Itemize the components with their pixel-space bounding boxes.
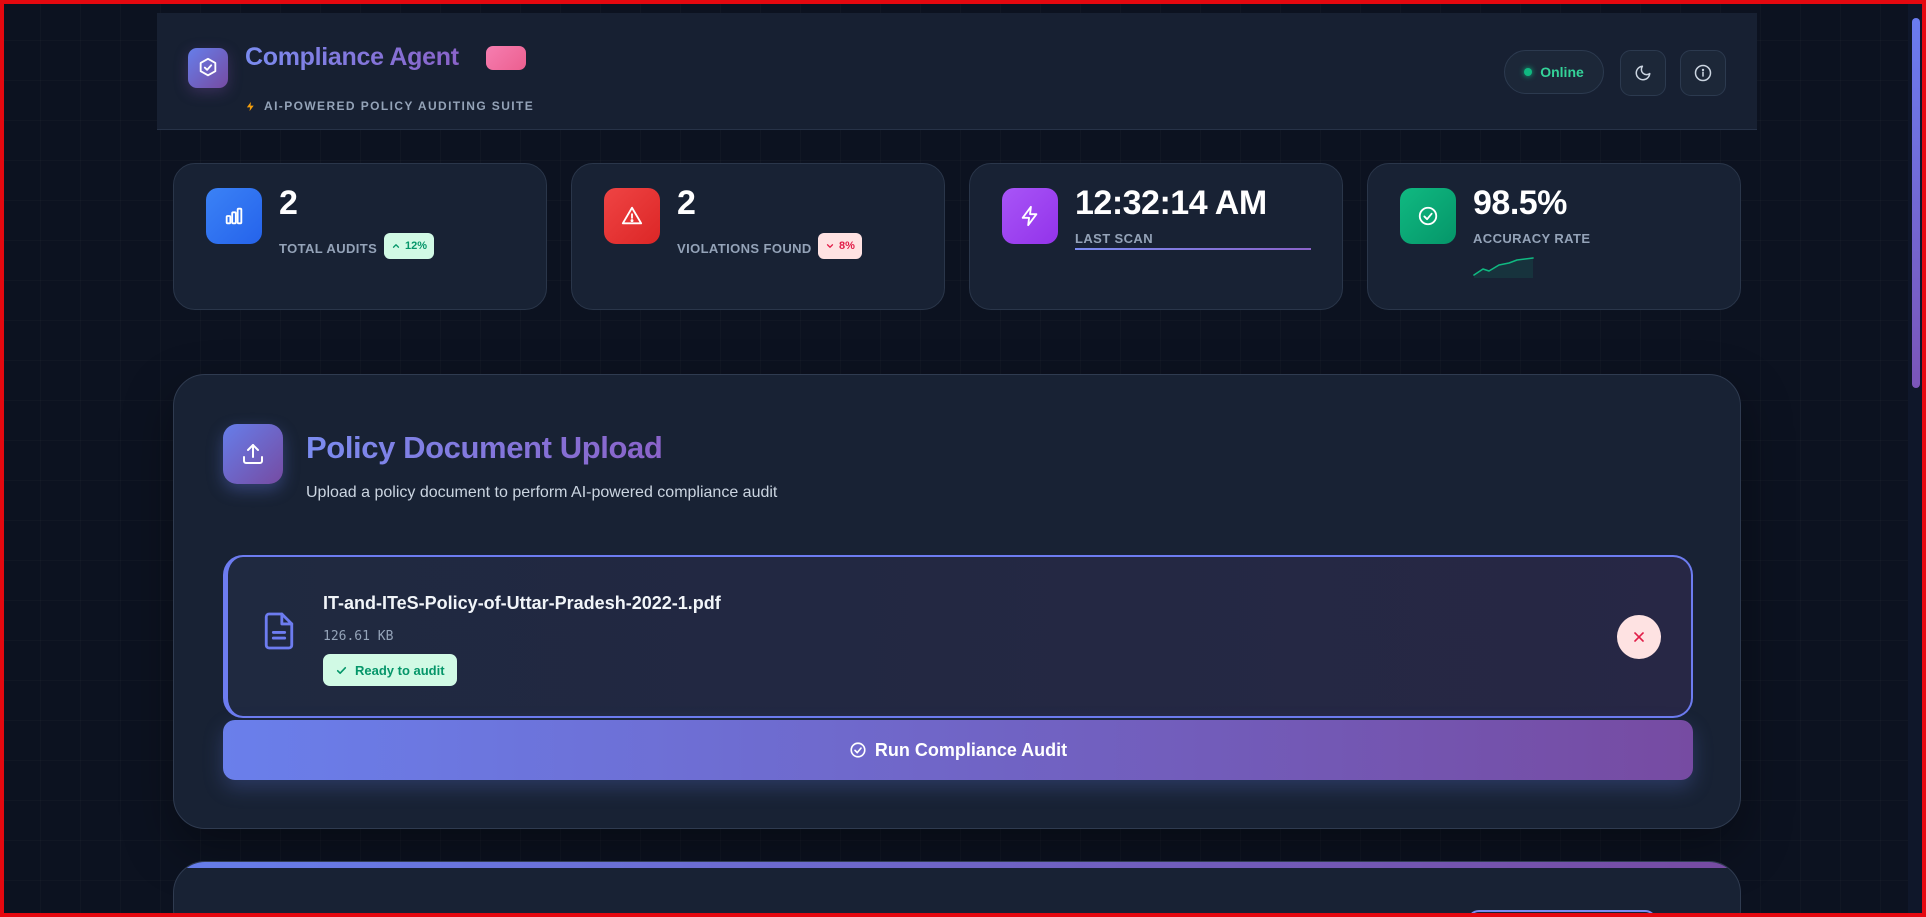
upload-title: Policy Document Upload [306, 430, 663, 465]
upload-description: Upload a policy document to perform AI-p… [306, 484, 778, 501]
stat-change-badge: 12% [384, 233, 435, 259]
title-badge [486, 46, 526, 70]
app-subtitle-row: AI-POWERED POLICY AUDITING SUITE [245, 99, 534, 113]
file-name: IT-and-ITeS-Policy-of-Uttar-Pradesh-2022… [323, 593, 721, 613]
stat-change-value: 8% [839, 240, 855, 252]
run-compliance-audit-button[interactable]: Run Compliance Audit [223, 720, 1693, 780]
shield-check-icon [188, 48, 228, 88]
stat-card-violations: 2 VIOLATIONS FOUND 8% [571, 163, 945, 310]
file-size: 126.61 KB [323, 629, 394, 644]
check-icon [336, 666, 347, 674]
chevron-up-icon [392, 244, 400, 248]
chevron-down-icon [826, 244, 834, 248]
close-icon [1634, 632, 1644, 642]
scrollbar-thumb[interactable] [1912, 18, 1920, 388]
app-subtitle: AI-POWERED POLICY AUDITING SUITE [264, 99, 535, 113]
lightning-icon [246, 101, 254, 111]
stat-card-accuracy: 98.5% ACCURACY RATE [1367, 163, 1741, 310]
online-status-label: Online [1540, 64, 1584, 80]
stat-card-last-scan: 12:32:14 AM LAST SCAN [969, 163, 1343, 310]
file-document-icon [262, 611, 296, 656]
stat-value: 2 [677, 184, 696, 222]
stat-label: LAST SCAN [1075, 231, 1153, 246]
bar-chart-icon [206, 188, 262, 244]
info-button[interactable] [1680, 50, 1726, 96]
ready-status-badge: Ready to audit [323, 654, 457, 686]
remove-file-button[interactable] [1617, 615, 1661, 659]
stat-value: 12:32:14 AM [1075, 184, 1267, 222]
stat-label: VIOLATIONS FOUND [677, 241, 812, 256]
theme-toggle-button[interactable] [1620, 50, 1666, 96]
lightning-icon [1002, 188, 1058, 244]
stat-card-total-audits: 2 TOTAL AUDITS 12% [173, 163, 547, 310]
app-header: Compliance Agent AI-POWERED POLICY AUDIT… [157, 13, 1757, 130]
selected-file-card: IT-and-ITeS-Policy-of-Uttar-Pradesh-2022… [223, 555, 1693, 718]
results-card [173, 861, 1741, 917]
stat-change-badge: 8% [818, 233, 862, 259]
check-circle-icon [850, 742, 866, 758]
stat-value: 98.5% [1473, 184, 1567, 222]
ready-status-label: Ready to audit [355, 662, 445, 678]
app-title: Compliance Agent [245, 43, 459, 71]
warning-triangle-icon [604, 188, 660, 244]
results-card-accent-bar [174, 862, 1740, 868]
check-circle-icon [1400, 188, 1456, 244]
scan-underline [1075, 248, 1311, 250]
stat-label: TOTAL AUDITS [279, 241, 378, 256]
run-audit-label: Run Compliance Audit [874, 739, 1068, 760]
moon-icon [1635, 65, 1651, 81]
results-card-action-button[interactable] [1467, 910, 1657, 917]
status-dot [1524, 68, 1533, 76]
upload-icon [223, 424, 283, 484]
stat-value: 2 [279, 184, 298, 222]
online-status-badge: Online [1504, 50, 1604, 94]
policy-upload-card: Policy Document Upload Upload a policy d… [173, 374, 1741, 829]
info-icon [1694, 64, 1712, 82]
stat-change-value: 12% [405, 240, 428, 252]
sparkline-icon [1473, 257, 1534, 278]
stat-label: ACCURACY RATE [1473, 231, 1591, 246]
